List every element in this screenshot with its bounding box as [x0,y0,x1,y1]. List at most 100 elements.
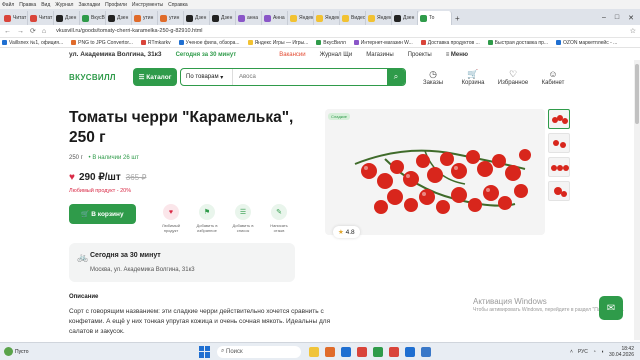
maximize-icon[interactable]: □ [615,14,619,22]
menu-item[interactable]: Профили [105,2,127,8]
product-action-button[interactable]: ♥ Любимый продукт [157,204,185,233]
browser-menubar: Файл Правка Вид Журнал Закладки Профили Инстру… [0,0,640,9]
browser-tab[interactable]: Яндек [288,11,314,25]
bookmark-item[interactable]: Быстрая доставка пр... [487,40,548,46]
app-icon[interactable] [389,346,399,357]
header-cart-link[interactable]: 🛒 Корзина [458,69,488,86]
language-indicator[interactable]: РУС [578,349,588,355]
reload-icon[interactable]: ⟳ [30,27,36,35]
back-icon[interactable]: ← [4,28,11,35]
yandex-icon[interactable] [357,346,367,357]
tab-label: Читат [13,15,27,21]
thumbnail-3[interactable] [548,157,570,177]
bookmark-item[interactable]: Ученое фила, обзора... [178,40,240,46]
bookmark-item[interactable]: Vaillsnex №1, официя... [2,40,63,46]
menu-item[interactable]: Файл [2,2,14,8]
taskbar-search[interactable]: ⌕ Поиск [217,345,301,358]
bookmark-item[interactable]: PNG to JPG Convertor... [71,40,133,46]
product-action-button[interactable]: ☰ Добавить в список [229,204,257,233]
thumbnail-1[interactable] [548,109,570,129]
browser-tab[interactable]: утин [132,11,158,25]
product-action-button[interactable]: ⚑ Добавить в избранное [193,204,221,233]
firefox-icon[interactable] [325,346,335,357]
today-delivery-link[interactable]: Сегодня за 30 минут [176,52,237,58]
close-icon[interactable]: ✕ [628,14,634,22]
bookmark-item[interactable]: Доставка продуктов ... [420,40,480,46]
nav-journal[interactable]: Журнал Щи [320,52,353,58]
browser-tab[interactable]: Дзен [54,11,80,25]
menu-button[interactable]: ≡ Меню [446,52,468,58]
support-chat-icon[interactable]: ✉ [599,296,623,320]
header-clock-link[interactable]: ◷ Заказы [418,69,448,86]
menu-item[interactable]: Инструменты [132,2,163,8]
new-tab-icon[interactable]: + [455,14,460,23]
menu-item[interactable]: Вид [41,2,50,8]
browser-tab[interactable]: Дзен [210,11,236,25]
bookmark-favicon-icon [71,40,77,45]
address-bar[interactable]: ← → ⟳ ⌂ vkusvill.ru/goods/tomaty-cherri-… [0,25,640,38]
weather-widget[interactable]: Пусто [4,347,84,356]
menu-item[interactable]: Журнал [55,2,73,8]
thumbnail-4[interactable] [548,181,570,201]
tray-chevron-icon[interactable]: ˄ [570,349,573,355]
browser-tab[interactable]: Яндек [366,11,392,25]
bookmark-item[interactable]: OZON маркетплейс - ... [556,40,617,46]
product-title: Томаты черри "Карамелька", 250 г [69,109,294,146]
minimize-icon[interactable]: – [602,14,606,22]
search-icon[interactable]: ⌕ [387,69,405,85]
browser-tab-active[interactable]: То [418,11,452,25]
forward-icon[interactable]: → [17,28,24,35]
header-heart-link[interactable]: ♡ Избранное [498,69,528,86]
header-icon-label: Заказы [422,79,444,86]
scrollbar-thumb[interactable] [635,64,639,124]
browser-tab[interactable]: утин [158,11,184,25]
bookmark-item[interactable]: ВкусВилл [316,40,346,46]
menu-item[interactable]: Правка [19,2,36,8]
bookmark-item[interactable]: Яндекс Игры — Игры... [247,40,308,46]
browser-tab[interactable]: Дзен [184,11,210,25]
browser-tab[interactable]: Анна [262,11,288,25]
browser-tab[interactable]: Яндек [314,11,340,25]
rating-badge[interactable]: ★ 4.8 [333,226,360,238]
product-action-button[interactable]: ✎ Написать отзыв [265,204,293,233]
start-icon[interactable] [199,345,211,358]
nav-projects[interactable]: Проекты [408,52,432,58]
bookmark-item[interactable]: RTmkarkv [140,40,171,46]
browser-tab[interactable]: ВкусВ [80,11,106,25]
wifi-icon[interactable]: ◔ [593,349,596,355]
browser-tab[interactable]: Дзен [106,11,132,25]
delivery-card[interactable]: 🚲 Сегодня за 30 минут Москва, ул. Академ… [69,243,295,282]
catalog-button[interactable]: ☰ Каталог [133,68,177,86]
browser-tab[interactable]: Читат [2,11,28,25]
browser-tab[interactable]: Читат [28,11,54,25]
header-user-link[interactable]: ☺ Кабинет [538,69,568,86]
delivery-address-link[interactable]: ул. Академика Волгина, 31к3 [69,51,162,58]
edge-icon[interactable] [341,346,351,357]
clock[interactable]: 18:42 30.04.2026 [609,346,634,358]
url-text[interactable]: vkusvill.ru/goods/tomaty-cherri-karamelk… [56,28,202,34]
bookmark-item[interactable]: Интернет-магазин W... [353,40,413,46]
chrome-icon[interactable] [373,346,383,357]
volume-icon[interactable]: ◖ [601,349,604,355]
browser-tab[interactable]: Видео [340,11,366,25]
file-explorer-icon[interactable] [309,346,319,357]
home-icon[interactable]: ⌂ [42,28,46,35]
browser-tab[interactable]: Дзен [392,11,418,25]
browser-tab[interactable]: анна [236,11,262,25]
nav-vacancies[interactable]: Вакансии [279,52,305,58]
thumbnail-2[interactable] [548,133,570,153]
bookmark-star-icon[interactable]: ☆ [630,27,636,35]
product-image[interactable]: Сладкие [325,109,545,235]
menu-item[interactable]: Закладки [78,2,100,8]
vkusvill-logo[interactable]: ВКУСВИЛЛ [69,73,133,82]
store-icon[interactable] [405,346,415,357]
menu-item[interactable]: Справка [168,2,188,8]
sweet-badge: Сладкие [328,113,350,120]
bookmark-icon: ⚑ [199,204,215,220]
mail-icon[interactable] [421,346,431,357]
search-input[interactable] [233,74,387,80]
add-to-cart-button[interactable]: 🛒 В корзину [69,204,136,224]
nav-stores[interactable]: Магазины [366,52,393,58]
search-scope-select[interactable]: По товарам ▾ [181,69,233,85]
cart-icon: 🛒 [467,68,479,79]
